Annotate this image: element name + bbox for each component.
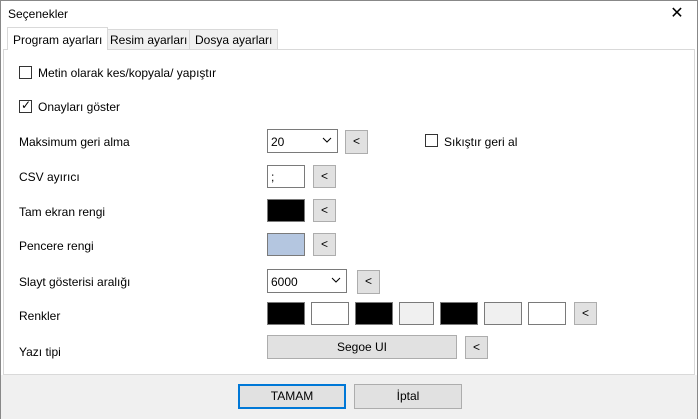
slideshow-interval-reset-button[interactable]: < [357, 270, 380, 294]
compress-undo-label: Sıkıştır geri al [444, 135, 518, 149]
compress-undo-checkbox[interactable] [425, 134, 438, 147]
color-swatch-2[interactable] [311, 302, 349, 325]
tab-program-settings[interactable]: Program ayarları [7, 27, 109, 50]
fullscreen-color-swatch[interactable] [267, 199, 305, 222]
color-swatch-4[interactable] [399, 302, 434, 325]
show-confirmations-label: Onayları göster [38, 100, 121, 114]
font-reset-button[interactable]: < [465, 336, 488, 359]
colors-reset-button[interactable]: < [574, 302, 597, 325]
max-undo-reset-button[interactable]: < [345, 130, 368, 154]
window-color-reset-button[interactable]: < [313, 233, 336, 256]
tab-image-settings[interactable]: Resim ayarları [104, 29, 194, 49]
csv-separator-value: ; [271, 170, 275, 184]
fullscreen-color-reset-button[interactable]: < [313, 199, 336, 222]
window-color-swatch[interactable] [267, 233, 305, 256]
colors-label: Renkler [19, 309, 61, 323]
slideshow-interval-label: Slayt gösterisi aralığı [19, 275, 131, 289]
ok-button[interactable]: TAMAM [238, 384, 346, 409]
cut-copy-paste-label: Metin olarak kes/kopyala/ yapıştır [38, 66, 217, 80]
close-icon[interactable]: ✕ [657, 1, 697, 27]
color-swatch-3[interactable] [355, 302, 393, 325]
show-confirmations-checkbox[interactable]: ✓ [19, 98, 32, 113]
font-label: Yazı tipi [19, 345, 61, 359]
slideshow-interval-combobox[interactable]: 6000 [267, 269, 347, 293]
csv-separator-reset-button[interactable]: < [313, 165, 336, 188]
program-settings-panel [3, 49, 695, 375]
chevron-down-icon [322, 137, 332, 143]
window-color-label: Pencere rengi [19, 239, 94, 253]
check-mark-icon: ✓ [21, 98, 32, 112]
font-select-button[interactable]: Segoe UI [267, 335, 457, 359]
color-swatch-5[interactable] [440, 302, 478, 325]
tab-strip: Program ayarları Resim ayarları Dosya ay… [3, 27, 697, 50]
chevron-down-icon [331, 277, 341, 283]
max-undo-value: 20 [271, 135, 285, 149]
max-undo-combobox[interactable]: 20 [267, 129, 338, 153]
title-bar: Seçenekler ✕ [1, 1, 697, 27]
color-swatch-6[interactable] [484, 302, 522, 325]
tab-file-settings[interactable]: Dosya ayarları [189, 29, 279, 49]
csv-separator-input[interactable]: ; [267, 165, 305, 188]
cut-copy-paste-checkbox[interactable] [19, 66, 32, 79]
csv-separator-label: CSV ayırıcı [19, 170, 80, 184]
fullscreen-color-label: Tam ekran rengi [19, 205, 106, 219]
color-swatch-7[interactable] [528, 302, 566, 325]
slideshow-interval-value: 6000 [271, 275, 298, 289]
dialog-footer [1, 375, 697, 419]
max-undo-label: Maksimum geri alma [19, 135, 130, 149]
options-dialog: Seçenekler ✕ Program ayarları Resim ayar… [0, 0, 698, 419]
color-swatch-1[interactable] [267, 302, 305, 325]
window-title: Seçenekler [8, 7, 69, 21]
cancel-button[interactable]: İptal [354, 384, 462, 409]
